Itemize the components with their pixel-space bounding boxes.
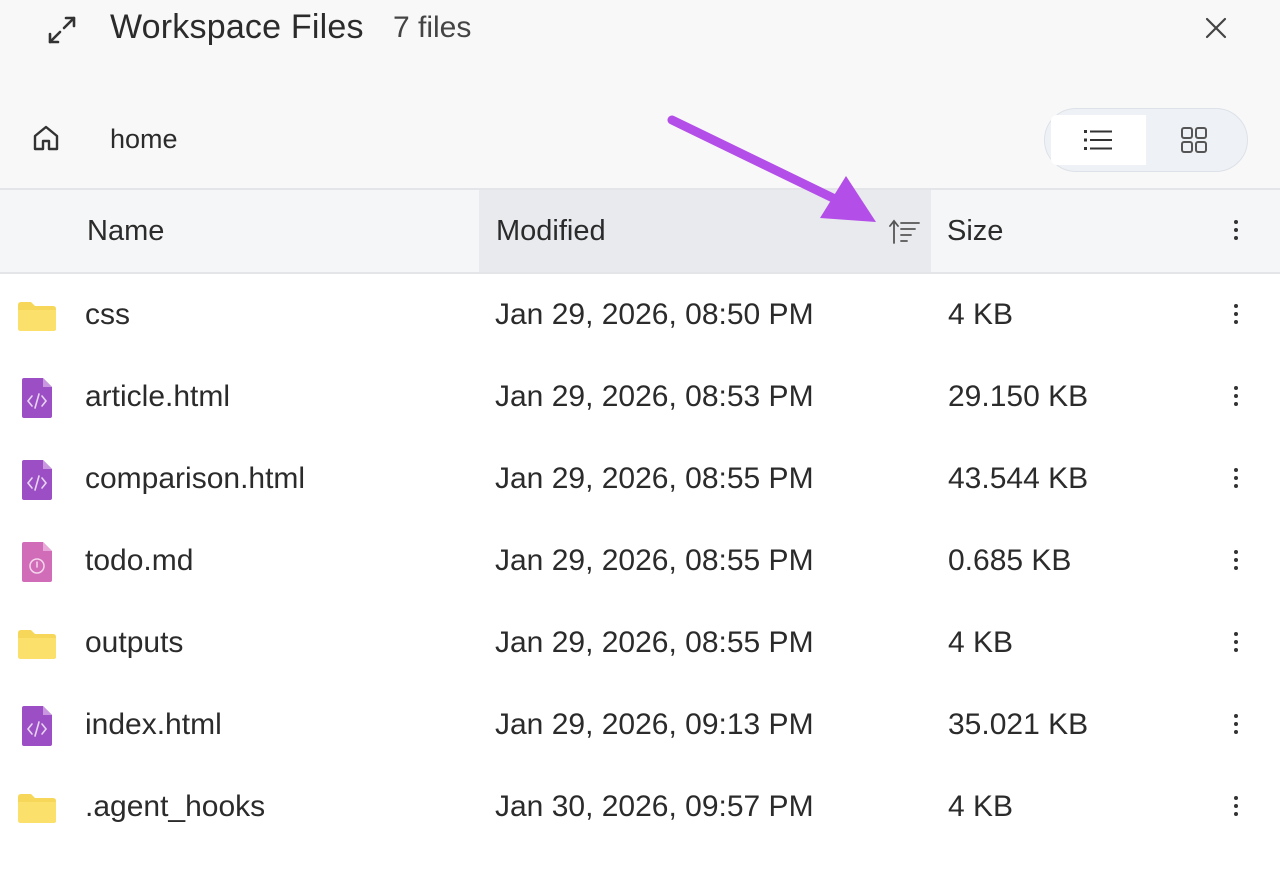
html-file-icon [22, 378, 52, 418]
column-options-button[interactable] [1222, 210, 1250, 250]
breadcrumb-home[interactable]: home [110, 124, 178, 155]
file-type-icon [15, 540, 59, 584]
close-icon [1205, 17, 1227, 39]
file-name[interactable]: article.html [85, 380, 230, 414]
table-row[interactable]: .agent_hooks Jan 30, 2026, 09:57 PM 4 KB [0, 766, 1280, 848]
expand-icon [48, 16, 76, 44]
home-button[interactable] [26, 118, 66, 158]
file-name[interactable]: .agent_hooks [85, 790, 265, 824]
folder-icon [18, 630, 56, 659]
more-vertical-icon [1234, 304, 1238, 324]
table-row[interactable]: outputs Jan 29, 2026, 08:55 PM 4 KB [0, 602, 1280, 684]
more-vertical-icon [1234, 220, 1238, 240]
grid-view-button[interactable] [1146, 115, 1241, 165]
file-name[interactable]: comparison.html [85, 462, 305, 496]
row-options-button[interactable] [1222, 622, 1250, 662]
grid-view-icon [1180, 127, 1207, 153]
folder-icon [18, 302, 56, 331]
file-modified: Jan 29, 2026, 08:53 PM [495, 380, 814, 413]
file-type-icon [15, 704, 59, 748]
table-row[interactable]: article.html Jan 29, 2026, 08:53 PM 29.1… [0, 356, 1280, 438]
row-options-button[interactable] [1222, 458, 1250, 498]
folder-icon [18, 794, 56, 823]
file-modified: Jan 29, 2026, 09:13 PM [495, 708, 814, 741]
more-vertical-icon [1234, 550, 1238, 570]
row-options-button[interactable] [1222, 704, 1250, 744]
table-row[interactable]: comparison.html Jan 29, 2026, 08:55 PM 4… [0, 438, 1280, 520]
more-vertical-icon [1234, 632, 1238, 652]
file-modified: Jan 29, 2026, 08:55 PM [495, 462, 814, 495]
table-header: Name Modified Size [0, 188, 1280, 274]
file-type-icon [15, 786, 59, 830]
column-header-modified-label: Modified [496, 214, 606, 247]
column-header-size[interactable]: Size [947, 190, 1187, 272]
table-row[interactable]: css Jan 29, 2026, 08:50 PM 4 KB [0, 274, 1280, 356]
row-options-button[interactable] [1222, 786, 1250, 826]
home-icon [33, 125, 59, 151]
row-options-button[interactable] [1222, 376, 1250, 416]
file-modified: Jan 29, 2026, 08:55 PM [495, 626, 814, 659]
file-type-icon [15, 458, 59, 502]
file-name[interactable]: css [85, 298, 130, 332]
more-vertical-icon [1234, 714, 1238, 734]
file-size: 43.544 KB [948, 462, 1089, 495]
file-size: 35.021 KB [948, 708, 1089, 741]
file-name[interactable]: todo.md [85, 544, 193, 578]
file-size: 4 KB [948, 626, 1014, 659]
more-vertical-icon [1234, 468, 1238, 488]
table-row[interactable]: todo.md Jan 29, 2026, 08:55 PM 0.685 KB [0, 520, 1280, 602]
more-vertical-icon [1234, 796, 1238, 816]
close-button[interactable] [1198, 10, 1234, 46]
more-vertical-icon [1234, 386, 1238, 406]
file-size: 4 KB [948, 790, 1014, 823]
view-toggle [1044, 108, 1248, 172]
file-type-icon [15, 622, 59, 666]
page-title: Workspace Files [110, 8, 364, 46]
file-name[interactable]: index.html [85, 708, 222, 742]
file-size: 0.685 KB [948, 544, 1072, 577]
sort-ascending-icon[interactable] [889, 218, 921, 246]
file-modified: Jan 29, 2026, 08:50 PM [495, 298, 814, 331]
column-header-name[interactable]: Name [87, 190, 467, 272]
column-header-modified[interactable]: Modified [479, 190, 931, 272]
row-options-button[interactable] [1222, 540, 1250, 580]
html-file-icon [22, 460, 52, 500]
expand-button[interactable] [44, 12, 80, 48]
list-view-icon [1083, 130, 1112, 150]
toolbar: Workspace Files 7 files home [0, 0, 1280, 188]
markdown-file-icon [22, 542, 52, 582]
html-file-icon [22, 706, 52, 746]
file-type-icon [15, 376, 59, 420]
table-row[interactable]: index.html Jan 29, 2026, 09:13 PM 35.021… [0, 684, 1280, 766]
file-type-icon [15, 294, 59, 338]
file-name[interactable]: outputs [85, 626, 183, 660]
file-modified: Jan 30, 2026, 09:57 PM [495, 790, 814, 823]
file-count: 7 files [393, 11, 472, 44]
file-size: 4 KB [948, 298, 1014, 331]
row-options-button[interactable] [1222, 294, 1250, 334]
file-modified: Jan 29, 2026, 08:55 PM [495, 544, 814, 577]
list-view-button[interactable] [1051, 115, 1146, 165]
file-size: 29.150 KB [948, 380, 1089, 413]
